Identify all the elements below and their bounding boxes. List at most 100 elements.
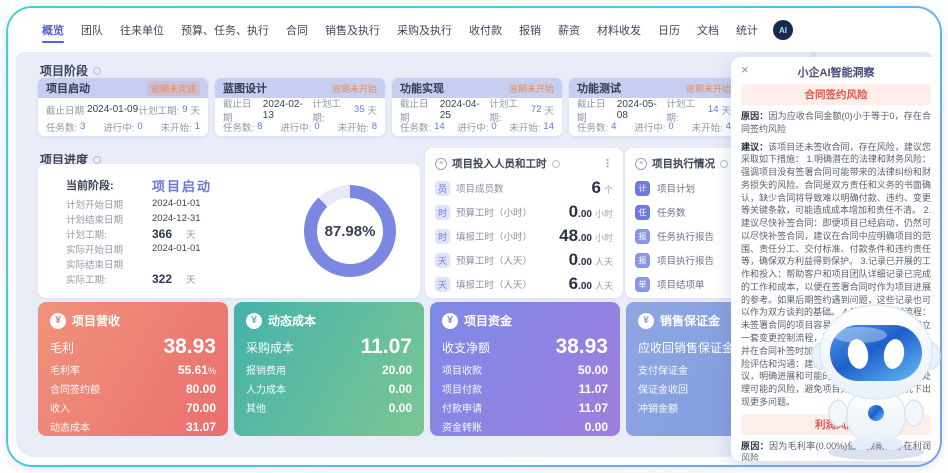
notstart-label: 未开始: bbox=[692, 120, 723, 134]
contract-risk-reason: 原因：因为应收合同金额(0)小于等于0，存在合同签约风险 bbox=[741, 110, 931, 136]
notstart-label: 未开始: bbox=[161, 120, 192, 134]
stage-card-body: 截止日期2024-01-09 计划工期:9天 任务数:3 进行中:0 未开始:1 bbox=[38, 98, 208, 135]
notstart-count: 8 bbox=[372, 121, 377, 132]
due-date: 2024-02-13 bbox=[263, 99, 313, 121]
tab-procure-exec[interactable]: 采购及执行 bbox=[395, 17, 454, 43]
refresh-circle-icon[interactable] bbox=[93, 156, 101, 164]
member-icon: 员 bbox=[435, 181, 450, 196]
manpower-row: 天 预算工时（人天） 0.00人天 bbox=[425, 248, 623, 272]
execution-title: 项目执行情况 bbox=[652, 156, 715, 171]
manpower-row: 时 填报工时（小时） 48.00小时 bbox=[425, 224, 623, 248]
current-stage-value: 项目启动 bbox=[152, 176, 212, 195]
money-bag-icon: ¥ bbox=[246, 313, 262, 329]
report-icon: 报 bbox=[635, 229, 650, 244]
stage-name: 功能实现 bbox=[400, 80, 444, 96]
contract-risk-heading: 合同签约风险 bbox=[741, 84, 931, 105]
notstart-label: 未开始: bbox=[338, 120, 369, 134]
running-count: 0 bbox=[314, 121, 319, 132]
running-label: 进行中: bbox=[103, 120, 134, 134]
tab-expense[interactable]: 报销 bbox=[517, 17, 543, 43]
due-date: 2024-01-09 bbox=[87, 104, 138, 115]
plan-duration-row: 计划工期:366天 bbox=[66, 226, 212, 241]
tasks-label: 任务数: bbox=[223, 120, 254, 134]
manpower-row: 员 项目成员数 6个 bbox=[425, 176, 623, 200]
stage-card-body: 截止日期2024-02-13 计划工期:35天 任务数:8 进行中:0 未开始:… bbox=[215, 98, 385, 135]
tasks-label: 任务数: bbox=[46, 120, 77, 134]
tab-sales-exec[interactable]: 销售及执行 bbox=[323, 17, 382, 43]
panel-list-icon: ≡ bbox=[435, 158, 447, 170]
actual-duration-row: 实际工期:322天 bbox=[66, 271, 212, 286]
progress-grid: 当前阶段: 项目启动 计划开始日期2024-01-01 计划结束日期2024-1… bbox=[66, 174, 212, 286]
stages-title-text: 项目阶段 bbox=[40, 62, 88, 79]
ai-assistant-badge[interactable]: AI bbox=[773, 20, 793, 40]
panel-list-icon: ≡ bbox=[635, 158, 647, 170]
due-label: 截止日期 bbox=[46, 103, 84, 117]
money-bag-icon: ¥ bbox=[638, 313, 654, 329]
stage-status-tag: 逾期未开始 bbox=[686, 82, 731, 95]
tasks-count: 14 bbox=[434, 121, 445, 132]
plan-days: 14 bbox=[708, 104, 719, 115]
refresh-circle-icon[interactable] bbox=[720, 160, 728, 168]
app-window: 概览 团队 往来单位 预算、任务、执行 合同 销售及执行 采购及执行 收付款 报… bbox=[0, 0, 948, 473]
manpower-title: 项目投入人员和工时 bbox=[452, 156, 547, 171]
refresh-circle-icon[interactable] bbox=[552, 160, 560, 168]
running-count: 0 bbox=[668, 121, 673, 132]
day-unit: 天 bbox=[190, 103, 200, 117]
tab-stats[interactable]: 统计 bbox=[734, 17, 760, 43]
tab-contract[interactable]: 合同 bbox=[284, 17, 310, 43]
day-unit: 天 bbox=[544, 103, 554, 117]
manpower-row: 时 预算工时（小时） 0.00小时 bbox=[425, 200, 623, 224]
due-date: 2024-04-25 bbox=[440, 99, 490, 121]
card-title: 销售保证金 bbox=[660, 312, 720, 329]
tab-partners[interactable]: 往来单位 bbox=[118, 17, 166, 43]
stage-card-implementation[interactable]: 功能实现 逾期未开始 截止日期2024-04-25 计划工期:72天 任务数:1… bbox=[392, 78, 562, 136]
tasks-count: 3 bbox=[80, 121, 85, 132]
plan-label: 计划工期: bbox=[139, 103, 180, 117]
close-icon[interactable]: × bbox=[741, 62, 749, 77]
tab-team[interactable]: 团队 bbox=[79, 17, 105, 43]
progress-donut: 87.98% bbox=[304, 185, 396, 277]
person-day-icon: 天 bbox=[435, 253, 450, 268]
actual-start-row: 实际开始日期2024-01-01 bbox=[66, 241, 212, 256]
tasks-label: 任务数: bbox=[400, 120, 431, 134]
hours-icon: 时 bbox=[435, 205, 450, 220]
stage-card-blueprint[interactable]: 蓝图设计 逾期未开始 截止日期2024-02-13 计划工期:35天 任务数:8… bbox=[215, 78, 385, 136]
tab-budget-task-exec[interactable]: 预算、任务、执行 bbox=[179, 17, 271, 43]
revenue-card[interactable]: ¥项目营收 毛利38.93 毛利率55.61% 合同签约额80.00 收入70.… bbox=[38, 302, 228, 436]
kebab-menu-icon[interactable]: ⋮ bbox=[602, 157, 613, 170]
notstart-label: 未开始: bbox=[509, 120, 540, 134]
stage-card-testing[interactable]: 功能测试 逾期未开始 截止日期2024-05-08 计划工期:14天 任务数:4… bbox=[569, 78, 739, 136]
card-title: 动态成本 bbox=[268, 312, 316, 329]
card-title: 项目资金 bbox=[464, 312, 512, 329]
running-count: 0 bbox=[491, 121, 496, 132]
tab-overview[interactable]: 概览 bbox=[40, 17, 66, 43]
day-unit: 天 bbox=[367, 103, 377, 117]
funds-card[interactable]: ¥项目资金 收支净额38.93 项目收款50.00 项目付款11.07 付款申请… bbox=[430, 302, 620, 436]
tab-docs[interactable]: 文档 bbox=[695, 17, 721, 43]
tab-payments[interactable]: 收付款 bbox=[467, 17, 504, 43]
running-label: 进行中: bbox=[634, 120, 665, 134]
day-unit: 天 bbox=[721, 103, 731, 117]
dynamic-cost-card[interactable]: ¥动态成本 采购成本11.07 报销费用20.00 人力成本0.00 其他0.0… bbox=[234, 302, 424, 436]
stage-card-kickoff[interactable]: 项目启动 逾期未完成 截止日期2024-01-09 计划工期:9天 任务数:3 … bbox=[38, 78, 208, 136]
donut-center-label: 87.98% bbox=[317, 198, 383, 264]
running-label: 进行中: bbox=[280, 120, 311, 134]
manpower-row: 天 填报工时（人天） 6.00人天 bbox=[425, 272, 623, 296]
running-count: 0 bbox=[137, 121, 142, 132]
manpower-panel-header: ≡ 项目投入人员和工时 ⋮ bbox=[425, 148, 623, 176]
plan-days: 35 bbox=[354, 104, 365, 115]
hours-icon: 时 bbox=[435, 229, 450, 244]
refresh-circle-icon[interactable] bbox=[93, 67, 101, 75]
task-icon: 任 bbox=[635, 205, 650, 220]
tab-salary[interactable]: 薪资 bbox=[556, 17, 582, 43]
ai-panel-title: 小企AI智能洞察 bbox=[798, 67, 875, 79]
manpower-panel: ≡ 项目投入人员和工时 ⋮ 员 项目成员数 6个 时 预算工时（小时） 0.00… bbox=[425, 148, 623, 298]
ai-panel-header: × 小企AI智能洞察 bbox=[741, 63, 931, 80]
tab-calendar[interactable]: 日历 bbox=[656, 17, 682, 43]
closure-icon: 单 bbox=[635, 277, 650, 292]
card-title: 项目营收 bbox=[72, 312, 120, 329]
progress-panel: 当前阶段: 项目启动 计划开始日期2024-01-01 计划结束日期2024-1… bbox=[38, 164, 420, 298]
stage-status-tag: 逾期未完成 bbox=[147, 81, 200, 96]
plan-days: 72 bbox=[531, 104, 542, 115]
tab-materials[interactable]: 材料收发 bbox=[595, 17, 643, 43]
